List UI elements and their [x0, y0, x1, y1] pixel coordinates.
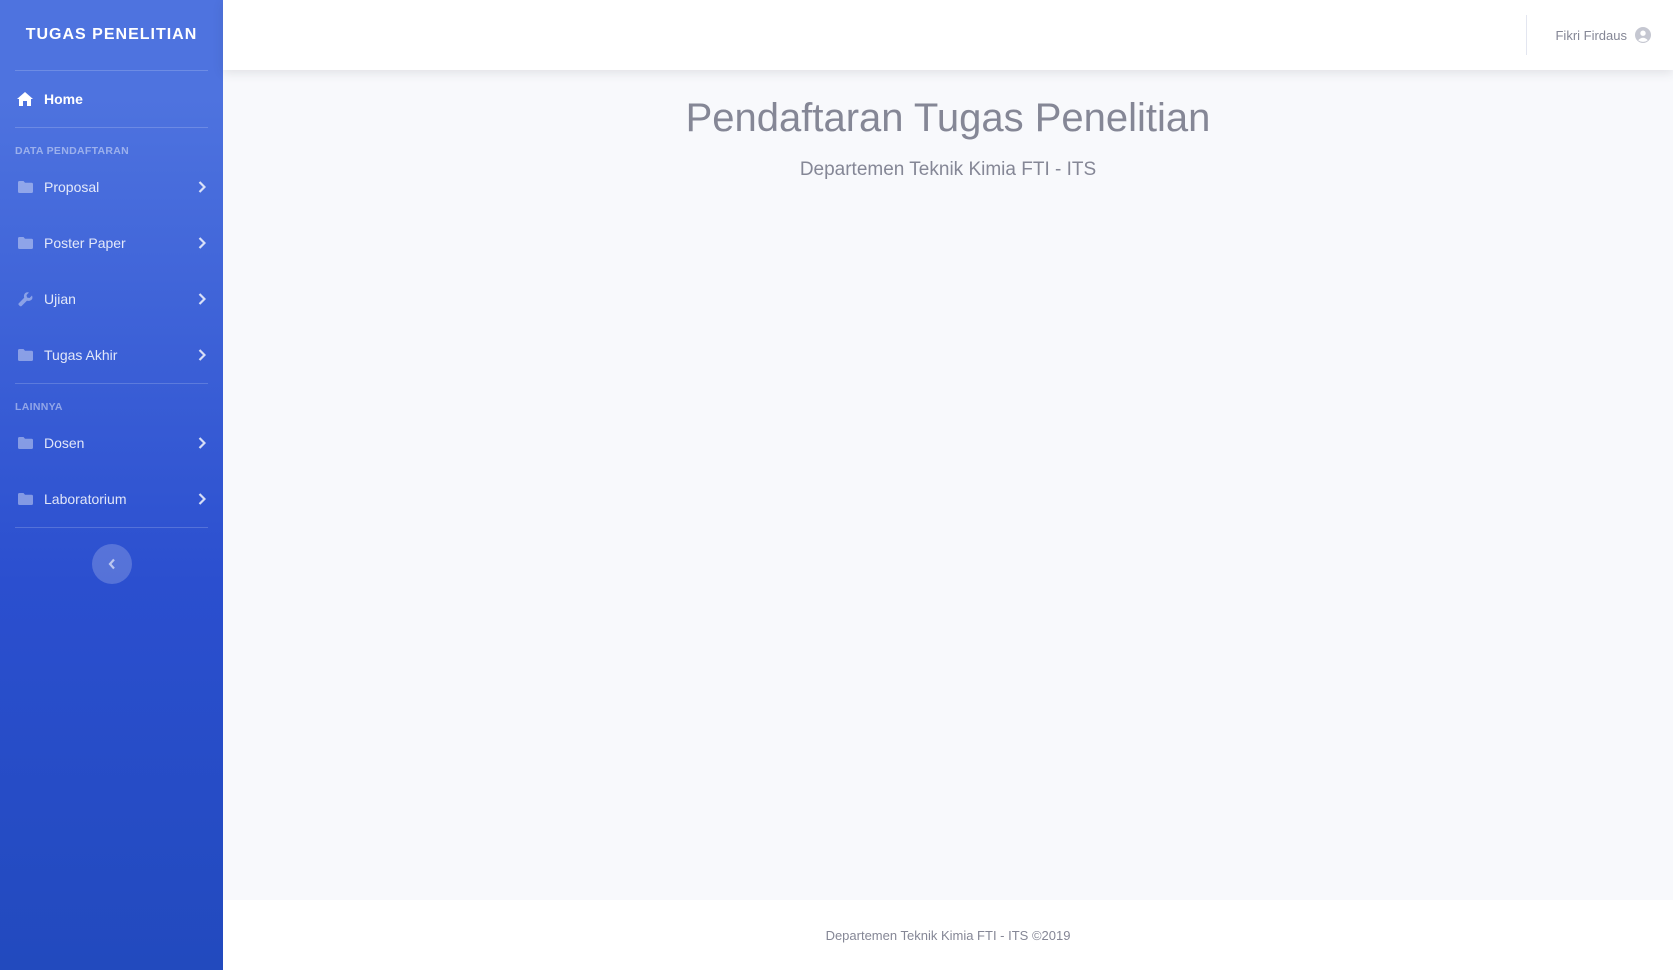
- topbar: Fikri Firdaus: [223, 0, 1673, 70]
- sidebar-toggle-wrapper: [0, 528, 223, 584]
- footer: Departemen Teknik Kimia FTI - ITS ©2019: [223, 900, 1673, 970]
- sidebar-item-laboratorium[interactable]: Laboratorium: [0, 471, 223, 527]
- chevron-right-icon: [197, 492, 207, 506]
- user-dropdown[interactable]: Fikri Firdaus: [1555, 27, 1673, 43]
- page-subtitle: Departemen Teknik Kimia FTI - ITS: [799, 159, 1097, 180]
- chevron-right-icon: [197, 292, 207, 306]
- user-circle-icon: [1635, 27, 1651, 43]
- sidebar-heading-data-pendaftaran: DATA PENDAFTARAN: [15, 145, 130, 157]
- sidebar-item-label: Tugas Akhir: [44, 347, 118, 363]
- sidebar-item-label: Home: [44, 91, 83, 107]
- chevron-right-icon: [197, 236, 207, 250]
- chevron-right-icon: [197, 348, 207, 362]
- chevron-right-icon: [197, 180, 207, 194]
- folder-icon: [16, 236, 34, 250]
- wrench-icon: [16, 291, 34, 306]
- chevron-right-icon: [197, 436, 207, 450]
- sidebar-item-proposal[interactable]: Proposal: [0, 159, 223, 215]
- sidebar-item-label: Dosen: [44, 435, 85, 451]
- chevron-left-icon: [108, 558, 116, 570]
- home-icon: [16, 92, 34, 106]
- sidebar-item-home[interactable]: Home: [0, 71, 223, 127]
- page-title: Pendaftaran Tugas Penelitian: [685, 96, 1211, 140]
- folder-icon: [16, 348, 34, 362]
- sidebar-item-poster-paper[interactable]: Poster Paper: [0, 215, 223, 271]
- sidebar: TUGAS PENELITIAN Home DATA PENDAFTARAN P…: [0, 0, 223, 970]
- sidebar-item-tugas-akhir[interactable]: Tugas Akhir: [0, 327, 223, 383]
- main-content: Pendaftaran Tugas Penelitian Departemen …: [223, 70, 1673, 900]
- sidebar-brand[interactable]: TUGAS PENELITIAN: [0, 0, 223, 70]
- sidebar-item-ujian[interactable]: Ujian: [0, 271, 223, 327]
- folder-icon: [16, 492, 34, 506]
- folder-icon: [16, 436, 34, 450]
- sidebar-item-label: Ujian: [44, 291, 76, 307]
- sidebar-toggle-button[interactable]: [91, 544, 132, 584]
- sidebar-item-label: Laboratorium: [44, 491, 127, 507]
- sidebar-item-label: Proposal: [44, 179, 100, 195]
- sidebar-item-dosen[interactable]: Dosen: [0, 415, 223, 471]
- topbar-divider: [1526, 15, 1528, 55]
- sidebar-heading-lainnya: LAINNYA: [15, 401, 63, 413]
- footer-copyright: Departemen Teknik Kimia FTI - ITS ©2019: [825, 927, 1071, 943]
- sidebar-item-label: Poster Paper: [44, 235, 126, 251]
- folder-icon: [16, 180, 34, 194]
- user-name: Fikri Firdaus: [1555, 27, 1627, 43]
